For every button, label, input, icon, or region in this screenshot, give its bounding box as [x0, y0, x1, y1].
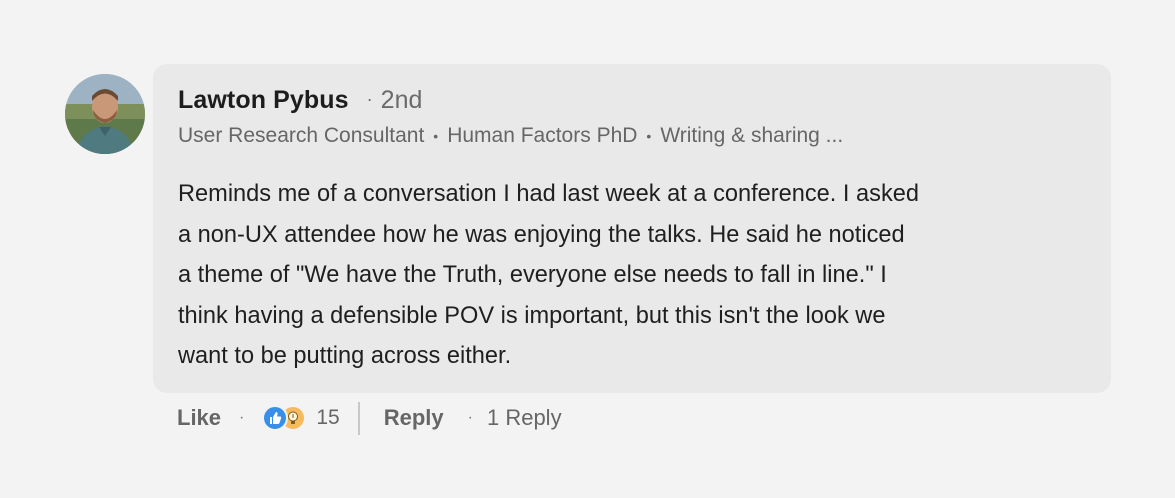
comment-line: think having a defensible POV is importa…: [178, 302, 886, 329]
headline-part: Human Factors PhD: [447, 124, 638, 147]
headline-separator: •: [646, 128, 652, 144]
avatar-photo: [65, 74, 145, 154]
author-row: Lawton Pybus · 2nd: [178, 86, 1086, 118]
author-headline: User Research Consultant • Human Factors…: [178, 124, 1086, 148]
comment-text: Reminds me of a conversation I had last …: [178, 174, 1093, 377]
comment-thread: Lawton Pybus · 2nd User Research Consult…: [0, 0, 1175, 498]
comment-bubble: Lawton Pybus · 2nd User Research Consult…: [153, 64, 1111, 393]
like-button[interactable]: Like: [177, 405, 221, 431]
action-divider: [357, 401, 360, 435]
headline-part: Writing & sharing ...: [660, 124, 844, 147]
headline-part: User Research Consultant: [178, 124, 425, 147]
connection-degree: 2nd: [380, 86, 423, 114]
replies-link[interactable]: 1 Reply: [487, 405, 562, 431]
comment-line: a non-UX attendee how he was enjoying th…: [178, 221, 905, 248]
headline-separator: •: [433, 128, 439, 144]
reaction-count: 15: [316, 406, 340, 429]
comment-line: want to be putting across either.: [178, 343, 512, 369]
reply-button[interactable]: Reply: [384, 405, 444, 431]
author-avatar[interactable]: [65, 74, 145, 154]
reactions-summary[interactable]: 15: [262, 405, 340, 431]
action-separator: ·: [467, 409, 473, 426]
action-separator: ·: [239, 409, 245, 426]
comment-actions: Like · 15 Reply · 1 Reply: [177, 400, 562, 436]
comment-line: a theme of "We have the Truth, everyone …: [178, 262, 887, 288]
author-name[interactable]: Lawton Pybus: [178, 86, 349, 115]
comment-line: Reminds me of a conversation I had last …: [178, 181, 919, 207]
degree-separator: ·: [366, 89, 373, 109]
